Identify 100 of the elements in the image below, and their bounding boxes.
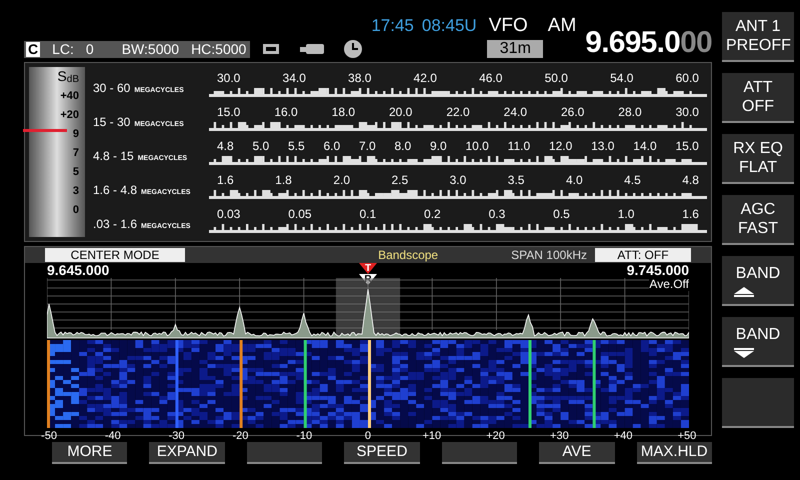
function-button[interactable]: AVE [539,442,615,464]
meter-scale-label: +40 [60,89,79,104]
axis-label: 0 [364,429,372,444]
dial-frequency-label: 34.0 [282,71,306,85]
chip-icon [262,42,280,56]
meter-scale-label: +20 [60,108,79,123]
s-unit-label: S [57,69,67,83]
usb-drive-icon [300,44,324,54]
dial-frequency-label: 4.8 [217,139,234,153]
axis-label: -20 [231,429,250,444]
dial-range-label: 30 - 60 [93,80,130,97]
dial-frequency-label: 30.0 [676,105,699,119]
dial-frequency-label: 14.0 [633,139,657,153]
axis-label: +40 [613,429,634,444]
clock-icon [344,40,362,58]
function-button[interactable]: SPEED [344,442,420,464]
meter-scale-label: 5 [72,165,79,180]
dial-frequency-label: 4.0 [566,173,583,187]
function-button[interactable]: MAX.HLD [636,442,712,464]
vfo-label: VFO [488,14,528,38]
frequency-display: 9.695.0 [585,28,680,58]
function-button[interactable]: EXPAND [149,442,225,464]
side-button[interactable]: RX EQ FLAT [722,134,794,184]
dial-frequency-label: 22.0 [446,105,470,119]
axis-label: -30 [168,429,186,444]
axis-label: +30 [549,429,570,444]
dial-range-label: 4.8 - 15 [93,148,134,165]
lc-label: LC: [52,40,74,58]
bw-value: BW:5000 [122,40,180,58]
dial-frequency-label: 38.0 [348,71,372,85]
dial-frequency-label: 2.0 [333,173,350,187]
dial-frequency-label: 3.0 [450,173,466,187]
side-button[interactable]: ANT 1 PREOFF [722,12,794,62]
frequency-digits: 00 [680,28,712,58]
dial-frequency-label: 11.0 [508,139,530,153]
memory-indicator: C [26,42,40,56]
span-label: SPAN 100kHz [511,247,587,264]
tx-marker: T [359,263,377,274]
average-label: Ave.Off [649,278,689,291]
dial-frequency-label: 0.1 [359,207,376,221]
dial-frequency-label: 15.0 [217,105,240,119]
lc-value: 0 [86,40,94,58]
dial-frequency-label: 1.8 [275,173,292,187]
axis-label: +50 [676,429,697,444]
dial-frequency-label: 6.0 [324,139,340,153]
meter-scale-label: 7 [72,146,79,161]
function-button[interactable] [442,442,518,464]
axis-label: -50 [40,429,58,444]
axis-label: -40 [104,429,122,444]
side-button[interactable]: ATT OFF [722,73,794,123]
axis-label: +20 [486,429,506,444]
dial-frequency-label: 50.0 [544,71,568,85]
function-button[interactable] [246,442,322,464]
low-frequency-label: 9.645.000 [47,263,110,278]
dial-frequency-label: 0.2 [424,207,441,221]
dial-frequency-label: 0.3 [488,207,506,221]
down-triangle-icon [734,348,754,358]
dial-frequency-label: 30.0 [217,71,240,85]
dial-frequency-label: 5.0 [252,139,270,153]
dial-frequency-label: 5.5 [288,139,305,153]
band-label: 31m [487,40,544,58]
meter-scale-label: 0 [72,203,79,218]
dial-frequency-label: 42.0 [414,71,437,85]
meter-scale-label: 3 [72,184,79,199]
high-frequency-label: 9.745.000 [626,263,689,278]
dial-frequency-label: 12.0 [548,139,572,153]
dial-frequency-label: 28.0 [618,105,642,119]
dial-frequency-label: 7.0 [359,139,376,153]
db-unit-label: dB [66,73,79,87]
dial-range-label: .03 - 1.6 [93,216,138,233]
dial-frequency-label: 0.5 [553,207,570,221]
dial-frequency-label: 15.0 [675,139,699,153]
side-button[interactable] [722,378,794,428]
side-button[interactable]: AGC FAST [722,195,794,245]
bandscope-title: Bandscope [378,247,438,264]
att-label: ATT: OFF [594,248,691,262]
dial-frequency-label: 0.05 [288,207,312,221]
dial-frequency-label: 46.0 [479,71,502,85]
dial-frequency-label: 24.0 [504,105,527,119]
dial-frequency-label: 10.0 [466,139,489,153]
dial-frequency-label: 2.5 [391,173,408,187]
dial-frequency-label: 1.0 [618,207,634,221]
dial-frequency-label: 4.5 [624,173,641,187]
dial-frequency-label: 54.0 [610,71,634,85]
local-time: 17:45 [371,14,414,36]
meter-scale-label: 9 [72,127,79,142]
dial-range-label: 15 - 30 [93,114,130,131]
dial-range-label: 1.6 - 4.8 [93,182,138,199]
up-triangle-icon [734,286,754,296]
side-button[interactable]: BAND [722,256,794,306]
dial-frequency-label: 26.0 [560,105,584,119]
function-button[interactable]: MORE [52,442,128,464]
side-button[interactable]: BAND [722,317,794,367]
axis-label: +10 [422,429,442,444]
dial-frequency-label: 1.6 [217,173,234,187]
mode-label: AM [548,14,576,38]
dial-frequency-label: 16.0 [274,105,298,119]
utc-time: 08:45U [422,14,477,36]
dial-frequency-label: 3.5 [508,173,524,187]
dial-frequency-label: 1.6 [682,207,699,221]
